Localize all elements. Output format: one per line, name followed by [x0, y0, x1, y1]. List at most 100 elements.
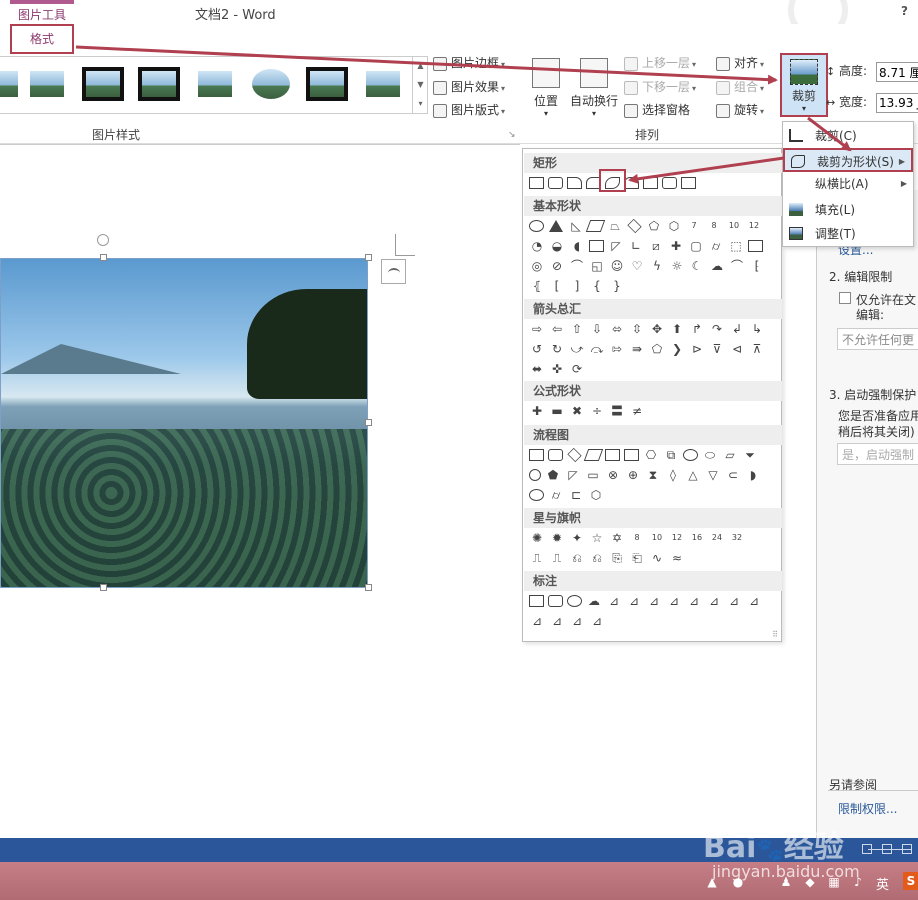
shape-star-16[interactable]: 16 — [689, 530, 705, 546]
shape-flowchart-document[interactable]: ⎔ — [643, 447, 659, 463]
shape-flowchart-manual-operation[interactable]: ⏷ — [742, 447, 758, 463]
shape-pentagon[interactable]: ⬠ — [646, 218, 662, 234]
chevron-up-icon[interactable]: ▲ — [413, 56, 428, 75]
resize-grip-icon[interactable]: ⠿ — [772, 630, 778, 639]
menu-item-crop-to-shape[interactable]: 裁剪为形状(S) ▶ — [783, 148, 913, 172]
shape-flowchart-or[interactable]: ⊕ — [625, 467, 641, 483]
shape-no-symbol[interactable]: ⊘ — [549, 258, 565, 274]
shape-flowchart-magnetic-disk[interactable]: ⌭ — [548, 487, 564, 503]
shape-flowchart-offpage-connector[interactable]: ⬟ — [545, 467, 561, 483]
shape-down-arrow-callout[interactable]: ⊽ — [709, 341, 725, 357]
shape-minus[interactable]: ▬ — [549, 403, 565, 419]
style-thumb-4[interactable] — [194, 67, 236, 101]
resize-handle-top[interactable] — [100, 254, 107, 261]
shape-curved-down-arrow[interactable]: ⤼ — [589, 341, 605, 357]
shape-multiply[interactable]: ✖ — [569, 403, 585, 419]
shape-curved-right-arrow[interactable]: ↺ — [529, 341, 545, 357]
shape-pentagon-arrow[interactable]: ⬠ — [649, 341, 665, 357]
shape-explosion-2[interactable]: ✹ — [549, 530, 565, 546]
menu-item-fit[interactable]: 调整(T) — [783, 222, 913, 246]
chevron-down-icon[interactable]: ▼ — [413, 75, 428, 94]
shape-explosion-1[interactable]: ✺ — [529, 530, 545, 546]
shape-line-callout-6[interactable]: ⊿ — [706, 593, 722, 609]
shape-up-ribbon[interactable]: ⎍ — [529, 550, 545, 566]
shape-flowchart-collate[interactable]: ⧗ — [645, 467, 661, 483]
shape-left-brace[interactable]: { — [589, 278, 605, 294]
shape-line-callout-9[interactable]: ⊿ — [529, 613, 545, 629]
shape-plus[interactable]: ✚ — [529, 403, 545, 419]
shape-lightning-bolt[interactable]: ϟ — [649, 258, 665, 274]
shape-rectangle[interactable] — [529, 177, 544, 189]
selection-pane-button[interactable]: 选择窗格 — [624, 100, 690, 120]
shape-bent-up-arrow[interactable]: ↳ — [749, 321, 765, 337]
shape-curved-left-arrow[interactable]: ↻ — [549, 341, 565, 357]
picture-border-button[interactable]: 图片边框 ▾ — [433, 53, 505, 73]
shape-divide[interactable]: ÷ — [589, 403, 605, 419]
shape-diagonal-stripe[interactable]: ⧄ — [648, 238, 664, 254]
shape-bevel[interactable] — [748, 240, 763, 252]
shape-flowchart-decision[interactable] — [567, 447, 582, 463]
shape-line-callout-8[interactable]: ⊿ — [746, 593, 762, 609]
shape-down-ribbon[interactable]: ⎍ — [549, 550, 565, 566]
shape-flowchart-alternate-process[interactable] — [548, 449, 563, 461]
shape-cube[interactable]: ⬚ — [728, 238, 744, 254]
height-input[interactable] — [876, 62, 918, 82]
shape-flowchart-summing-junction[interactable]: ⊗ — [605, 467, 621, 483]
shape-triangle[interactable] — [549, 220, 563, 232]
shape-right-arrow-callout[interactable]: ⊳ — [689, 341, 705, 357]
shape-striped-right-arrow[interactable]: ⇰ — [609, 341, 625, 357]
shape-frame[interactable] — [589, 240, 604, 252]
shape-line-callout-5[interactable]: ⊿ — [686, 593, 702, 609]
shape-star-4[interactable]: ✦ — [569, 530, 585, 546]
layout-options-button[interactable] — [381, 259, 406, 284]
shape-half-frame[interactable]: ◸ — [608, 238, 624, 254]
shape-cross[interactable]: ✚ — [668, 238, 684, 254]
wrap-text-button[interactable]: 自动换行 ▾ — [568, 58, 620, 118]
style-thumb-6[interactable] — [306, 67, 348, 101]
shape-flowchart-delay[interactable]: ◗ — [745, 467, 761, 483]
rotate-handle-icon[interactable] — [97, 234, 109, 246]
resize-handle-bottom-right[interactable] — [365, 584, 372, 591]
menu-item-aspect-ratio[interactable]: 纵横比(A) ▶ — [783, 172, 913, 196]
shape-line-callout-3[interactable]: ⊿ — [646, 593, 662, 609]
highlight-snip-round-rectangle[interactable] — [599, 169, 626, 192]
shape-star-8[interactable]: 8 — [629, 530, 645, 546]
shape-flowchart-multidocument[interactable]: ⧉ — [663, 447, 679, 463]
tab-format[interactable]: 格式 — [10, 24, 74, 54]
read-mode-icon[interactable] — [862, 844, 873, 854]
send-backward-button[interactable]: 下移一层 ▾ — [624, 77, 696, 97]
shape-chord[interactable]: ◒ — [549, 238, 565, 254]
shape-flowchart-punched-tape[interactable]: ▭ — [585, 467, 601, 483]
shape-oval-callout[interactable] — [567, 595, 582, 607]
position-button[interactable]: 位置 ▾ — [530, 58, 562, 118]
shape-u-turn-arrow[interactable]: ↷ — [709, 321, 725, 337]
shape-flowchart-card[interactable]: ◸ — [565, 467, 581, 483]
restrict-permission-link[interactable]: 限制权限... — [838, 800, 897, 817]
shape-double-brace[interactable]: ⦃ — [529, 278, 545, 294]
shape-wave[interactable]: ∿ — [649, 550, 665, 566]
align-button[interactable]: 对齐 ▾ — [716, 53, 764, 73]
resize-handle-top-right[interactable] — [365, 254, 372, 261]
shape-star-5[interactable]: ☆ — [589, 530, 605, 546]
width-input[interactable] — [876, 93, 918, 113]
shape-round-rectangle-2[interactable] — [662, 177, 677, 189]
shape-snip-rectangle[interactable] — [567, 177, 582, 189]
shape-plaque[interactable]: ▢ — [688, 238, 704, 254]
shape-down-arrow[interactable]: ⇩ — [589, 321, 605, 337]
shape-left-up-arrow[interactable]: ↲ — [729, 321, 745, 337]
shape-star-12[interactable]: 12 — [669, 530, 685, 546]
style-thumb-0[interactable] — [0, 67, 22, 101]
shape-line-callout-10[interactable]: ⊿ — [549, 613, 565, 629]
shape-decagon[interactable]: 10 — [726, 218, 742, 234]
shape-left-arrow[interactable]: ⇦ — [549, 321, 565, 337]
shape-arc[interactable]: ⌒ — [729, 258, 745, 274]
start-enforcement-button[interactable]: 是，启动强制 — [837, 443, 918, 465]
shape-flowchart-internal-storage[interactable] — [624, 449, 639, 461]
shape-can[interactable]: ⌭ — [708, 238, 724, 254]
style-thumb-3[interactable] — [138, 67, 180, 101]
shape-right-triangle[interactable]: ◺ — [568, 218, 584, 234]
shape-parallelogram[interactable] — [585, 220, 606, 232]
shape-heart[interactable]: ♡ — [629, 258, 645, 274]
gallery-scrollbar[interactable]: ▲ ▼ ▾ — [412, 56, 428, 114]
shape-flowchart-sequential-access[interactable] — [529, 489, 544, 501]
